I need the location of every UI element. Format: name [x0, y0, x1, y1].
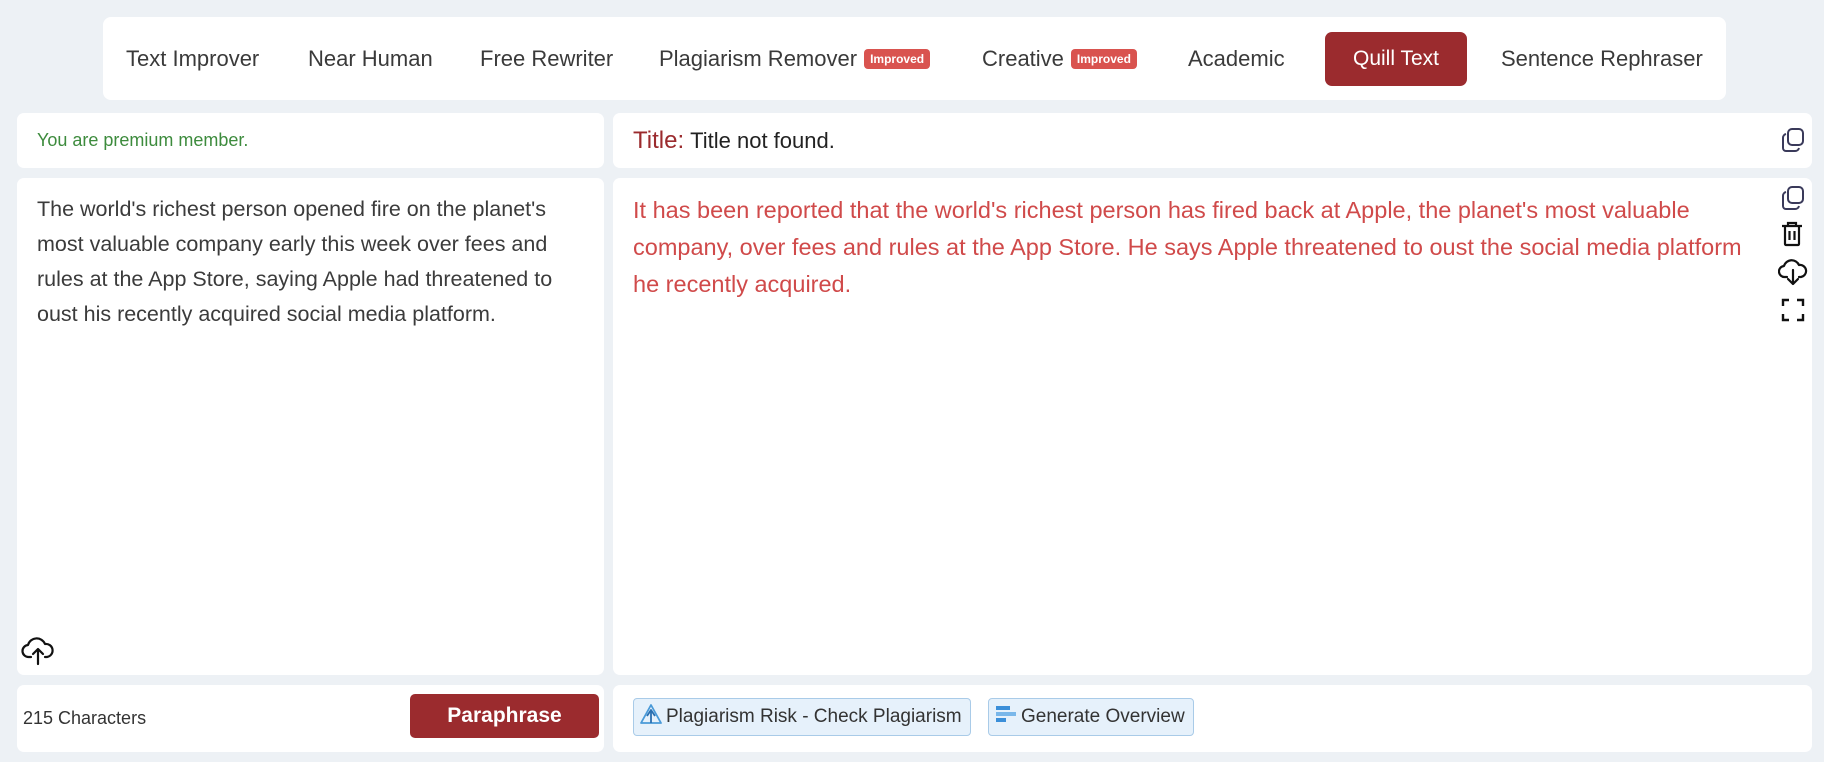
- input-footer: 215 Characters Paraphrase: [17, 685, 604, 752]
- tab-label: Quill Text: [1353, 47, 1439, 70]
- tab-near-human[interactable]: Near Human: [308, 17, 433, 100]
- copy-icon[interactable]: [1781, 127, 1805, 159]
- paraphrase-button[interactable]: Paraphrase: [410, 694, 599, 738]
- fullscreen-icon[interactable]: [1781, 298, 1805, 327]
- output-panel: It has been reported that the world's ri…: [613, 178, 1812, 675]
- overview-bars-icon: [995, 704, 1021, 730]
- member-status: You are premium member.: [37, 130, 249, 150]
- cloud-download-icon[interactable]: [1777, 258, 1808, 291]
- tab-label: Creative: [982, 45, 1064, 71]
- tab-sentence-rephraser[interactable]: Sentence Rephraser: [1501, 17, 1703, 100]
- tab-creative[interactable]: Creative Improved: [982, 17, 1137, 100]
- tab-academic[interactable]: Academic: [1188, 17, 1285, 100]
- tab-label: Academic: [1188, 45, 1285, 71]
- input-panel[interactable]: The world's richest person opened fire o…: [17, 178, 604, 675]
- tab-plagiarism-remover[interactable]: Plagiarism Remover Improved: [659, 17, 931, 100]
- tab-text-improver[interactable]: Text Improver: [126, 17, 259, 100]
- copy-icon[interactable]: [1781, 185, 1805, 216]
- tab-label: Text Improver: [126, 45, 260, 71]
- check-plagiarism-button[interactable]: Plagiarism Risk - Check Plagiarism: [633, 698, 971, 736]
- mode-tab-bar: Text Improver Near Human Free Rewriter P…: [103, 17, 1726, 100]
- member-status-bar: You are premium member.: [17, 113, 604, 168]
- output-footer: Plagiarism Risk - Check Plagiarism Gener…: [613, 685, 1812, 752]
- tab-free-rewriter[interactable]: Free Rewriter: [480, 17, 613, 100]
- improved-badge: Improved: [1070, 48, 1137, 69]
- warning-icon: [640, 704, 666, 730]
- tab-label: Plagiarism Remover: [659, 45, 858, 71]
- check-plagiarism-label: Plagiarism Risk - Check Plagiarism: [666, 706, 962, 727]
- cloud-upload-icon[interactable]: [21, 636, 55, 671]
- tab-quill-text[interactable]: Quill Text: [1325, 32, 1467, 86]
- tab-label: Free Rewriter: [480, 45, 614, 71]
- generate-overview-button[interactable]: Generate Overview: [988, 698, 1194, 736]
- input-textarea[interactable]: The world's richest person opened fire o…: [37, 192, 592, 332]
- title-text: Title not found.: [690, 127, 835, 153]
- trash-icon[interactable]: [1781, 221, 1803, 252]
- tab-label: Near Human: [308, 45, 433, 71]
- character-count: 215 Characters: [23, 708, 147, 728]
- improved-badge: Improved: [864, 48, 931, 69]
- generate-overview-label: Generate Overview: [1021, 706, 1185, 727]
- title-bar: Title: Title not found.: [613, 113, 1812, 168]
- title-label: Title:: [633, 126, 685, 154]
- output-text: It has been reported that the world's ri…: [633, 197, 1742, 297]
- tab-label: Sentence Rephraser: [1501, 45, 1703, 71]
